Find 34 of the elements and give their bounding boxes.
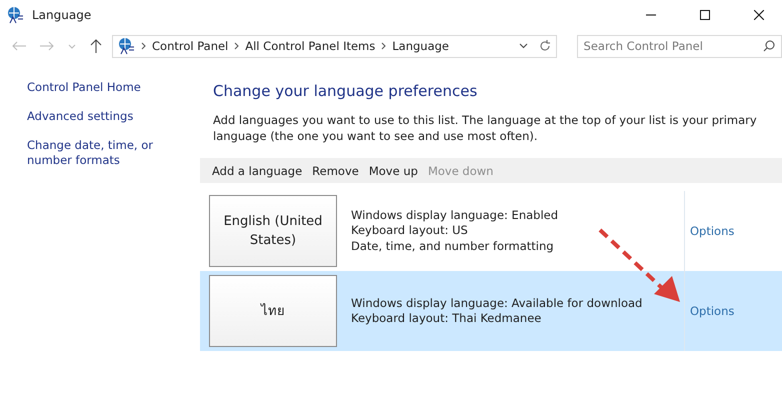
window-title: Language [32, 8, 92, 22]
language-detail: Date, time, and number formatting [351, 238, 555, 254]
chevron-icon [141, 42, 146, 50]
language-detail: Windows display language: Available for download [351, 296, 644, 311]
language-detail: Keyboard layout: Thai Kedmanee [351, 311, 542, 326]
toolbar-button[interactable]: Remove [312, 164, 359, 178]
page-heading: Change your language preferences [213, 82, 478, 100]
breadcrumb[interactable]: Language [392, 39, 450, 53]
language-tile: English (United States) [209, 195, 337, 267]
globe-icon [117, 37, 135, 55]
options-link[interactable]: Options [690, 304, 734, 318]
close-icon [754, 10, 764, 20]
toolbar-button[interactable]: Move up [368, 164, 418, 178]
sidebar-link[interactable]: Change date, time, or number formats [27, 138, 197, 168]
breadcrumb[interactable]: All Control Panel Items [245, 39, 376, 53]
language-detail: Keyboard layout: US [351, 223, 469, 239]
chevron-icon [234, 42, 240, 50]
dropdown-icon[interactable] [518, 43, 528, 49]
language-row[interactable]: ไทย Windows display language: Available for download Keyboard layout: Thai Kedmanee Options [200, 271, 782, 351]
description: Add languages you want to use to this list. The language at the top of your list is your primary language (the one you want to see and use most often). [213, 112, 758, 144]
toolbar-button[interactable]: Add a language [212, 164, 302, 178]
language-tile: ไทย [209, 275, 337, 347]
chevron-icon [381, 42, 386, 50]
search-icon [763, 40, 775, 52]
breadcrumb[interactable]: Control Panel [152, 39, 228, 53]
refresh-icon[interactable] [538, 40, 551, 52]
globe-icon [6, 6, 24, 24]
language-detail: Windows display language: Enabled [351, 208, 560, 224]
options-link[interactable]: Options [690, 224, 734, 238]
sidebar-link[interactable]: Control Panel Home [27, 80, 197, 95]
sidebar-link[interactable]: Advanced settings [27, 109, 197, 124]
search-field[interactable]: Search Control Panel [576, 34, 782, 58]
address-bar[interactable]: Control Panel All Control Panel Items Language [112, 34, 557, 58]
maximize-icon [700, 10, 710, 20]
